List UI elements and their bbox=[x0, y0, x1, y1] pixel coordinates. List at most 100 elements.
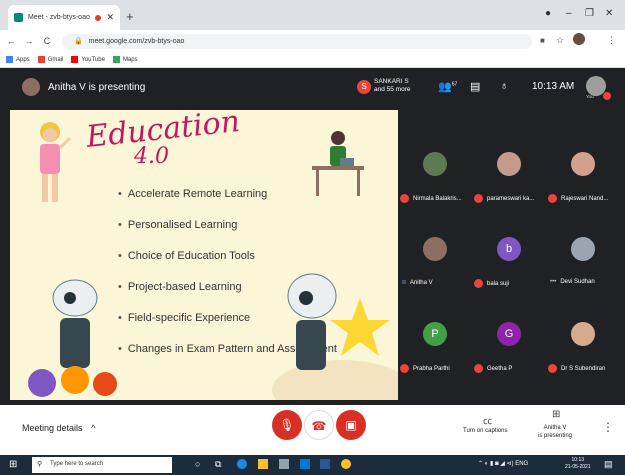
participant-badge: S bbox=[357, 80, 371, 94]
mic-off-icon: 🎙 bbox=[279, 418, 295, 432]
dots-icon: ••• bbox=[550, 279, 557, 285]
system-tray[interactable]: ⌃ ◐ ▮ ◙ ◢ ⊲) ENG bbox=[478, 460, 528, 467]
edge-icon[interactable] bbox=[237, 459, 247, 469]
participant-tile[interactable]: P Prabha Parthi bbox=[398, 310, 472, 390]
chevron-up-icon: ^ bbox=[91, 423, 96, 433]
participant-avatar bbox=[571, 152, 595, 176]
participant-tile[interactable]: G Geetha P bbox=[472, 310, 546, 390]
back-icon[interactable]: ← bbox=[4, 36, 18, 46]
participant-name: Nirmala Balakris... bbox=[400, 194, 462, 203]
gmail-icon bbox=[37, 56, 45, 63]
url-text: meet.google.com/zvb-btys-oao bbox=[88, 38, 185, 45]
bookmark-gmail[interactable]: Gmail bbox=[37, 56, 63, 63]
participant-name: ıı Anitha V bbox=[402, 279, 433, 286]
participant-tile[interactable]: parameswari ka... bbox=[472, 140, 546, 220]
slide-subtitle: 4.0 bbox=[134, 144, 169, 169]
file-explorer-icon[interactable] bbox=[258, 459, 268, 469]
taskbar-clock[interactable]: 10:13 21-05-2021 bbox=[565, 457, 591, 471]
participant-name: SANKARI S bbox=[374, 78, 409, 85]
reload-icon[interactable]: C bbox=[40, 36, 54, 46]
present-icon[interactable]: ⊞ bbox=[552, 409, 560, 420]
participant-initial-avatar: P bbox=[423, 322, 447, 346]
mic-muted-icon bbox=[474, 279, 483, 288]
student-at-desk-illustration bbox=[312, 131, 364, 196]
search-placeholder: Type here to search bbox=[50, 461, 104, 467]
slide-bullet: Personalised Learning bbox=[118, 219, 237, 231]
slide-bullet: Choice of Education Tools bbox=[118, 250, 255, 262]
meeting-details-label: Meeting details bbox=[22, 423, 83, 433]
cortana-icon[interactable]: ○ bbox=[195, 459, 200, 469]
taskbar-search-input[interactable]: ⚲ Type here to search bbox=[32, 457, 172, 473]
minimize-button[interactable]: – bbox=[566, 8, 572, 19]
notification-badge bbox=[603, 92, 611, 100]
presenting-name: Anitha V bbox=[543, 425, 567, 431]
search-icon: ⚲ bbox=[37, 461, 43, 468]
bookmark-label: Apps bbox=[16, 56, 30, 63]
windows-start-icon[interactable]: ⊞ bbox=[9, 459, 17, 470]
slide-bullet: Field-specific Experience bbox=[118, 312, 250, 324]
participant-tile[interactable]: Nirmala Balakris... bbox=[398, 140, 472, 220]
language-indicator: ENG bbox=[515, 461, 529, 467]
mic-muted-icon bbox=[548, 364, 557, 373]
chat-icon[interactable]: ▤ bbox=[470, 80, 480, 93]
bookmark-label: Maps bbox=[122, 56, 138, 63]
activities-icon[interactable]: ♁ bbox=[500, 80, 508, 92]
participant-name: parameswari ka... bbox=[474, 194, 534, 203]
shared-slide: Education 4.0 Accelerate Remote Learning… bbox=[10, 110, 398, 400]
task-view-icon[interactable]: ⧉ bbox=[215, 459, 221, 470]
captions-label[interactable]: Turn on captions bbox=[463, 428, 507, 434]
participant-name: ••• Devi Sudhan bbox=[550, 279, 595, 285]
captions-icon[interactable]: ㏄ bbox=[483, 414, 492, 427]
meeting-details-button[interactable]: Meeting details ^ bbox=[22, 423, 95, 433]
participant-tile[interactable]: Rajeswari Nand... bbox=[546, 140, 620, 220]
participant-initial-avatar: G bbox=[497, 322, 521, 346]
participant-name-text: Anitha V bbox=[409, 279, 433, 286]
bookmark-youtube[interactable]: YouTube bbox=[71, 56, 105, 63]
browser-tab[interactable]: Meet - zvb-btys-oao ✕ bbox=[8, 5, 120, 30]
new-tab-button[interactable]: + bbox=[126, 9, 134, 24]
people-icon[interactable]: 👥67 bbox=[438, 80, 457, 93]
participant-name-text: parameswari ka... bbox=[487, 195, 535, 202]
participant-name-text: bala suji bbox=[487, 280, 510, 287]
participant-name-text: Rajeswari Nand... bbox=[561, 195, 609, 202]
tab-title: Meet - zvb-btys-oao bbox=[28, 14, 90, 21]
menu-dots-icon[interactable]: ⋮ bbox=[607, 35, 616, 46]
participant-avatar bbox=[423, 237, 447, 261]
mic-muted-icon bbox=[400, 194, 409, 203]
participant-tile[interactable]: b bala suji bbox=[472, 225, 546, 305]
account-circle-icon[interactable]: ● bbox=[545, 8, 551, 19]
profile-avatar[interactable] bbox=[573, 33, 585, 45]
close-window-button[interactable]: ✕ bbox=[605, 8, 613, 19]
bookmark-maps[interactable]: Maps bbox=[112, 56, 138, 63]
store-icon[interactable] bbox=[279, 459, 289, 469]
mic-muted-icon bbox=[474, 364, 483, 373]
mail-icon[interactable] bbox=[300, 459, 310, 469]
notification-center-icon[interactable]: ▤ bbox=[604, 459, 613, 470]
participants-summary[interactable]: SANKARI S and 55 more bbox=[374, 78, 411, 94]
participant-tile[interactable]: ••• Devi Sudhan bbox=[546, 225, 620, 305]
participant-tile[interactable]: Dr S Subendiran bbox=[546, 310, 620, 390]
maximize-button[interactable]: ❐ bbox=[585, 8, 594, 19]
mic-off-button[interactable]: 🎙 bbox=[272, 410, 302, 440]
leave-call-button[interactable]: ☎ bbox=[304, 410, 334, 440]
meeting-clock: 10:13 AM bbox=[532, 81, 575, 92]
bookmark-apps[interactable]: Apps bbox=[6, 56, 30, 63]
participant-name: Geetha P bbox=[474, 364, 512, 373]
presenting-status[interactable]: Anitha V is presenting bbox=[538, 424, 572, 440]
participant-name-text: Devi Sudhan bbox=[560, 279, 595, 285]
word-icon[interactable] bbox=[320, 459, 330, 469]
more-options-icon[interactable]: ⋮ bbox=[602, 420, 614, 434]
chrome-icon[interactable] bbox=[341, 459, 351, 469]
forward-icon[interactable]: → bbox=[22, 36, 36, 46]
close-tab-icon[interactable]: ✕ bbox=[106, 12, 114, 23]
participant-avatar bbox=[423, 152, 447, 176]
camera-off-button[interactable]: ▣ bbox=[336, 410, 366, 440]
url-field[interactable]: 🔒 meet.google.com/zvb-btys-oao bbox=[62, 34, 532, 49]
participant-tile[interactable]: ıı Anitha V bbox=[398, 225, 472, 305]
mic-muted-icon bbox=[474, 194, 483, 203]
bookmark-label: YouTube bbox=[81, 56, 105, 63]
star-icon[interactable]: ☆ bbox=[556, 35, 564, 46]
participant-avatar bbox=[571, 237, 595, 261]
camera-icon[interactable]: ■ bbox=[540, 36, 545, 45]
mic-muted-icon bbox=[548, 194, 557, 203]
